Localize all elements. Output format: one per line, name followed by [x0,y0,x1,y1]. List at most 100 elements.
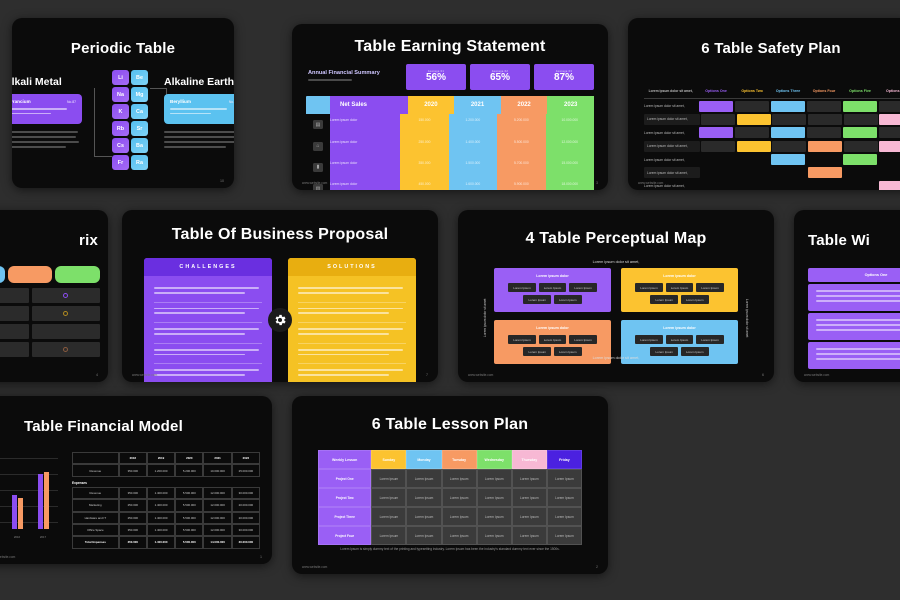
table-row[interactable]: Revenue 350.000 1.400.000 5.500.000 12.000.0… [72,486,260,500]
tag[interactable]: Lorem Ipsum [665,283,694,292]
pct-card-2[interactable]: Average 02 65% [470,64,530,90]
table-row[interactable]: Lorem ipsum dolor sit amet, [644,126,900,139]
matrix-cell[interactable] [735,154,769,165]
tag[interactable]: Lorem Ipsum [635,335,663,344]
table-cell[interactable] [808,284,900,311]
lesson-cell[interactable]: Lorem Ipsum [441,526,477,545]
list-item[interactable] [154,282,262,303]
element-na[interactable]: Na [112,87,129,102]
tag[interactable]: Lorem Ipsum [681,347,709,356]
matrix-cell[interactable] [701,167,735,178]
table-row[interactable] [0,342,100,357]
element-be[interactable]: Be [131,70,148,85]
element-sr[interactable]: Sr [131,121,148,136]
lesson-cell[interactable]: Lorem Ipsum [441,469,477,488]
lesson-cell[interactable]: Lorem Ipsum [371,469,407,488]
table-row[interactable]: Lorem ipsum dolor sit amet, [644,140,900,153]
matrix-cell[interactable] [770,100,806,112]
matrix-cell[interactable] [879,167,900,178]
list-item[interactable] [154,364,262,382]
matrix-cell[interactable] [698,100,734,112]
table-row[interactable]: ▮ Lorem ipsum dolor 350.000 1.500.000 5.… [306,156,594,179]
matrix-cell[interactable] [844,167,878,178]
matrix-cell[interactable] [843,181,877,190]
element-ra[interactable]: Ra [131,155,148,170]
table-row[interactable] [0,306,100,321]
table-row[interactable]: Project Two Lorem Ipsum Lorem Ipsum Lorem I… [318,488,582,507]
lesson-cell[interactable]: Lorem Ipsum [546,526,582,545]
matrix-cell[interactable] [699,181,733,190]
tag[interactable]: Lorem Ipsum [681,295,709,304]
lesson-cell[interactable]: Lorem Ipsum [406,526,442,545]
table-row[interactable]: Lorem ipsum dolor sit amet, [644,99,900,112]
matrix-cell[interactable] [842,127,878,139]
slide-financial-model[interactable]: Table Financial Model 201520162017 2018 … [0,396,272,564]
table-row[interactable] [0,324,100,339]
table-row[interactable]: Project Three Lorem Ipsum Lorem Ipsum Lorem… [318,507,582,526]
matrix-cell[interactable] [879,113,900,125]
table-row[interactable]: ⌂ Lorem ipsum dolor 250.000 1.400.000 5.… [306,135,594,157]
lesson-cell[interactable]: Lorem Ipsum [511,488,547,507]
lesson-cell[interactable]: Lorem Ipsum [406,469,442,488]
pill-blue[interactable] [0,266,5,283]
tag[interactable]: Lorem Ipsum [569,283,597,292]
tag[interactable]: Lorem Ipsum [508,335,536,344]
element-cs[interactable]: Cs [112,138,129,153]
lesson-cell[interactable]: Lorem Ipsum [546,507,582,526]
matrix-cell[interactable] [878,100,900,112]
lesson-cell[interactable]: Lorem Ipsum [371,526,407,545]
matrix-cell[interactable] [770,154,806,166]
matrix-cell[interactable] [807,181,841,190]
lesson-cell[interactable]: Lorem Ipsum [511,469,547,488]
matrix-cell[interactable] [808,167,842,179]
lesson-cell[interactable]: Lorem Ipsum [406,488,442,507]
matrix-cell[interactable] [806,100,842,112]
list-item[interactable] [298,323,406,344]
quadrant-yellow[interactable]: Lorem ipsum dolor Lorem Ipsum Lorem Ipsum L… [621,268,738,312]
lesson-cell[interactable]: Lorem Ipsum [476,526,512,545]
tag[interactable]: Lorem Ipsum [554,347,582,356]
table-cell[interactable] [808,341,900,369]
matrix-cell[interactable] [807,154,841,165]
element-li[interactable]: Li [112,70,129,85]
slide-lesson-plan[interactable]: 6 Table Lesson Plan Weekly Lesson Sunday… [292,396,608,574]
tag[interactable]: Lorem Ipsum [508,283,536,292]
lesson-cell[interactable]: Lorem Ipsum [441,507,477,526]
slide-periodic-table[interactable]: Periodic Table Alkali Metal Francium No.… [12,18,234,188]
tag[interactable]: Lorem Ipsum [635,283,663,292]
beryllium-card[interactable]: Beryllium No.4 [164,94,234,125]
matrix-cell[interactable] [699,154,733,165]
tag[interactable]: Lorem Ipsum [650,347,678,356]
lesson-cell[interactable]: Lorem Ipsum [441,488,477,507]
matrix-cell[interactable] [772,113,807,125]
matrix-cell[interactable] [843,140,878,152]
lesson-cell[interactable]: Lorem Ipsum [476,488,512,507]
tag[interactable]: Lorem Ipsum [538,283,567,292]
list-item[interactable] [298,344,406,365]
list-item[interactable] [154,303,262,324]
matrix-cell[interactable] [701,113,736,125]
list-item[interactable] [154,323,262,344]
table-row[interactable] [0,288,100,303]
list-item[interactable] [154,344,262,365]
slide-safety-plan[interactable]: 6 Table Safety Plan Lorem ipsum dolor si… [628,18,900,190]
matrix-cell[interactable] [770,127,806,139]
element-fr[interactable]: Fr [112,155,129,170]
matrix-cell[interactable] [878,127,900,139]
lesson-cell[interactable]: Lorem Ipsum [371,488,407,507]
matrix-cell[interactable] [843,113,878,125]
lesson-cell[interactable]: Lorem Ipsum [476,507,512,526]
tag[interactable]: Lorem Ipsum [696,335,724,344]
slide-matrix-partial[interactable]: rix 4 [0,210,108,382]
table-row[interactable]: Project One Lorem Ipsum Lorem Ipsum Lorem I… [318,469,582,488]
matrix-cell[interactable] [734,127,770,139]
slide-earning-statement[interactable]: Table Earning Statement Annual Financial… [292,24,608,190]
slide-perceptual-map[interactable]: 4 Table Perceptual Map Lorem ipsum dolor… [458,210,774,382]
element-mg[interactable]: Mg [131,87,148,102]
table-row[interactable]: Marketing 250.000 1.400.000 5.500.000 12.000… [72,499,260,512]
table-row[interactable]: ▤ Lorem ipsum dolor 150.000 1.200.000 5.… [306,114,594,136]
matrix-cell[interactable] [808,140,842,152]
matrix-cell[interactable] [772,167,806,178]
tag[interactable]: Lorem Ipsum [523,347,551,356]
gear-icon[interactable] [268,308,292,332]
